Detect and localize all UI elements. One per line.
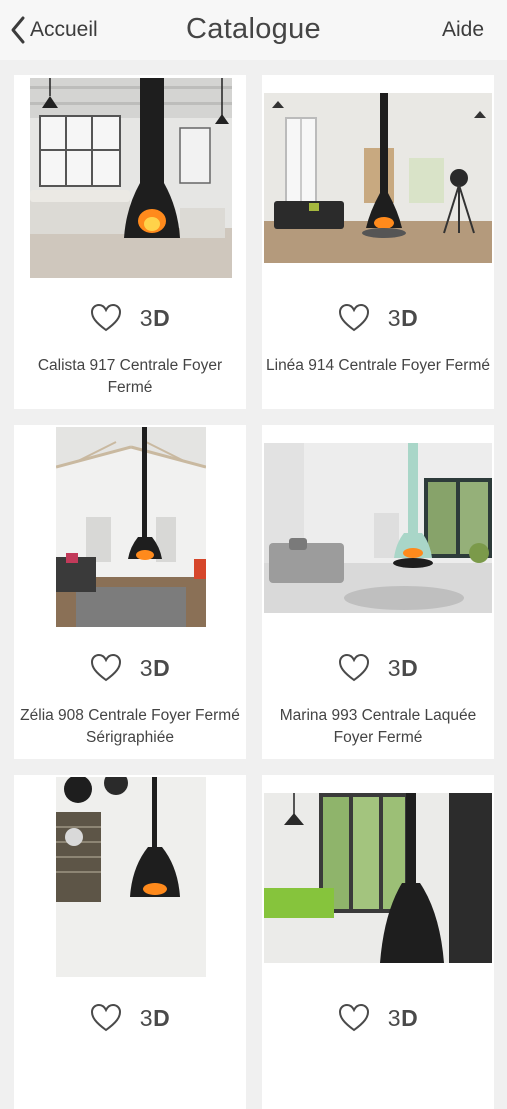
3d-badge: 3D bbox=[387, 1004, 419, 1031]
heart-outline-icon[interactable] bbox=[338, 653, 370, 683]
heart-outline-icon[interactable] bbox=[90, 303, 122, 333]
3d-badge: 3D bbox=[139, 304, 171, 331]
product-image-calista bbox=[30, 78, 232, 278]
card-actions: 3D bbox=[14, 303, 246, 333]
product-image bbox=[56, 777, 206, 977]
product-card[interactable]: 3D Calista 917 Centrale Foyer Fermé bbox=[14, 75, 246, 409]
product-image-zelia bbox=[56, 427, 206, 627]
3d-view-button[interactable]: 3D bbox=[140, 655, 170, 682]
3d-badge: 3D bbox=[139, 654, 171, 681]
product-image-marina bbox=[264, 443, 492, 613]
help-button[interactable]: Aide bbox=[442, 14, 484, 46]
product-card[interactable]: 3D bbox=[262, 775, 494, 1109]
3d-badge: 3D bbox=[387, 654, 419, 681]
card-actions: 3D bbox=[262, 653, 494, 683]
navigation-bar: Accueil Catalogue Aide bbox=[0, 0, 507, 60]
card-actions: 3D bbox=[14, 1003, 246, 1033]
product-card[interactable]: 3D Linéa 914 Centrale Foyer Fermé bbox=[262, 75, 494, 409]
3d-view-button[interactable]: 3D bbox=[388, 1005, 418, 1032]
card-actions: 3D bbox=[262, 1003, 494, 1033]
product-image bbox=[264, 793, 492, 963]
product-name: Calista 917 Centrale Foyer Fermé bbox=[37, 357, 223, 396]
3d-badge: 3D bbox=[387, 304, 419, 331]
product-card[interactable]: 3D Marina 993 Centrale Laquée Foyer Ferm… bbox=[262, 425, 494, 759]
heart-outline-icon[interactable] bbox=[90, 1003, 122, 1033]
product-name: Linéa 914 Centrale Foyer Fermé bbox=[266, 357, 491, 374]
heart-outline-icon[interactable] bbox=[338, 1003, 370, 1033]
product-card[interactable]: 3D bbox=[14, 775, 246, 1109]
3d-view-button[interactable]: 3D bbox=[140, 305, 170, 332]
product-name: Zélia 908 Centrale Foyer Fermé Sérigraph… bbox=[20, 707, 240, 746]
3d-badge: 3D bbox=[139, 1004, 171, 1031]
product-name: Marina 993 Centrale Laquée Foyer Fermé bbox=[279, 707, 477, 746]
product-card[interactable]: 3D Zélia 908 Centrale Foyer Fermé Sérigr… bbox=[14, 425, 246, 759]
3d-view-button[interactable]: 3D bbox=[388, 305, 418, 332]
heart-outline-icon[interactable] bbox=[338, 303, 370, 333]
card-actions: 3D bbox=[262, 303, 494, 333]
heart-outline-icon[interactable] bbox=[90, 653, 122, 683]
product-image-linea bbox=[264, 93, 492, 263]
card-actions: 3D bbox=[14, 653, 246, 683]
page-title: Catalogue bbox=[186, 13, 321, 45]
3d-view-button[interactable]: 3D bbox=[140, 1005, 170, 1032]
3d-view-button[interactable]: 3D bbox=[388, 655, 418, 682]
